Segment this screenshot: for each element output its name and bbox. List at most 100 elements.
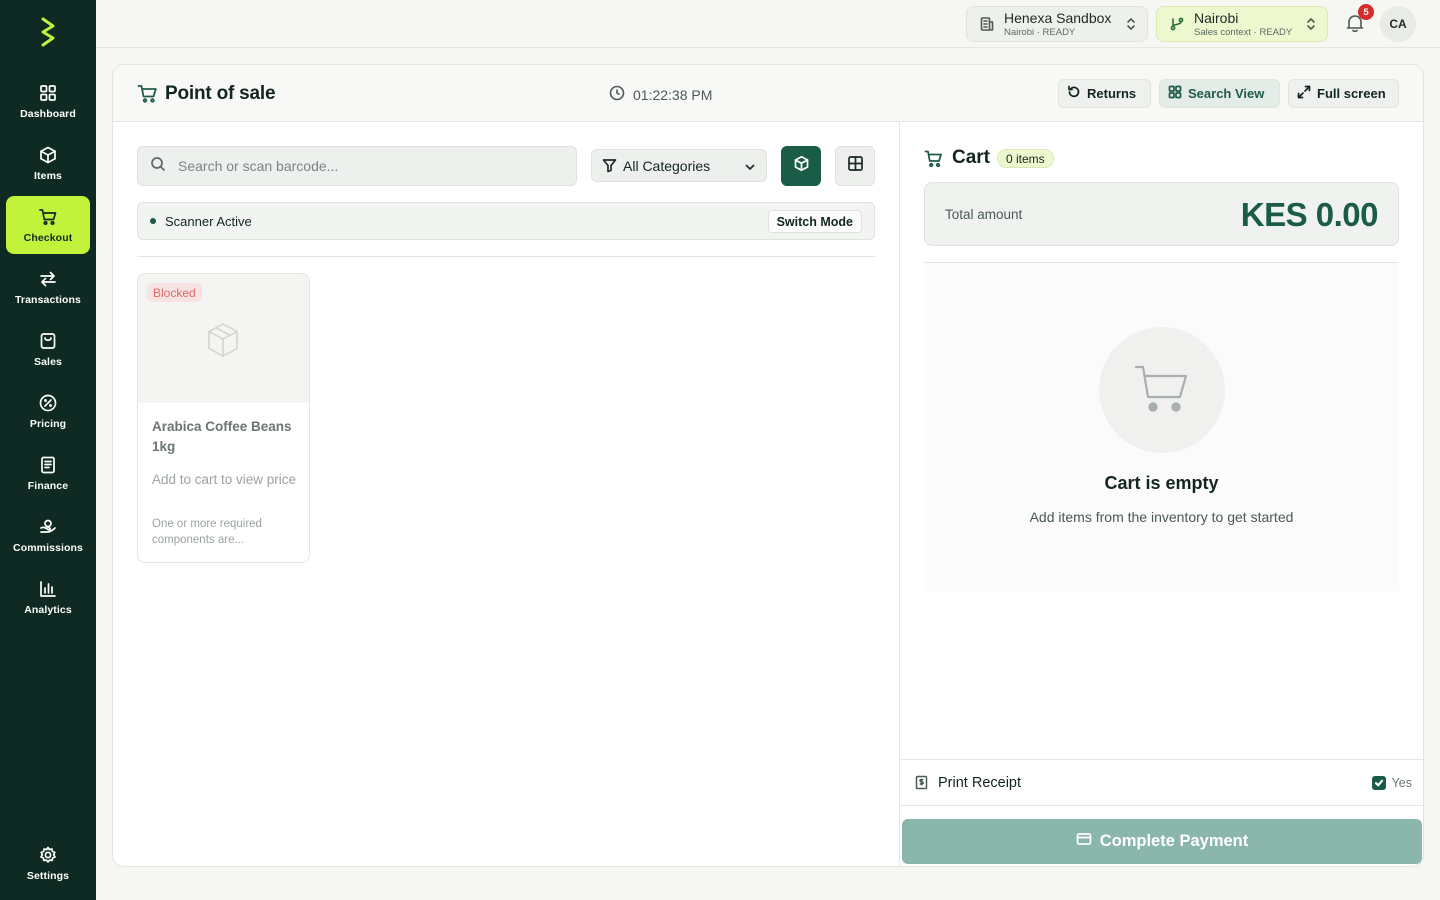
sidebar-item-label: Settings — [26, 869, 70, 882]
empty-cart-illustration — [1099, 327, 1225, 453]
bar-chart-icon — [38, 579, 58, 599]
chevron-down-icon — [744, 160, 756, 172]
building-icon — [979, 16, 995, 32]
box-icon — [793, 155, 810, 177]
total-label: Total amount — [945, 207, 1023, 222]
sidebar-item-label: Sales — [34, 355, 62, 368]
status-badge: Blocked — [147, 283, 202, 302]
category-selected: All Categories — [623, 157, 711, 174]
product-note: One or more required components are... — [152, 518, 262, 546]
cart-icon — [38, 207, 58, 227]
expand-icon — [1297, 85, 1317, 102]
sidebar-item-label: Pricing — [29, 417, 67, 430]
sidebar-item-sales[interactable]: Sales — [6, 320, 90, 378]
notification-badge: 5 — [1358, 4, 1374, 20]
grid-icon — [1168, 85, 1188, 102]
sidebar: Dashboard Items Checkout Transactions Sa… — [0, 0, 96, 900]
company-selector[interactable]: Henexa Sandbox Nairobi · READY — [966, 6, 1148, 42]
clock-icon — [609, 85, 633, 104]
sidebar-item-commissions[interactable]: Commissions — [6, 506, 90, 564]
git-branch-icon — [1169, 16, 1185, 32]
sidebar-item-label: Checkout — [23, 231, 73, 244]
dashboard-icon — [38, 83, 58, 103]
sidebar-item-dashboard[interactable]: Dashboard — [6, 72, 90, 130]
empty-state-subtitle: Add items from the inventory to get star… — [1029, 509, 1294, 525]
gear-icon — [38, 845, 58, 865]
sidebar-item-label: Commissions — [13, 541, 83, 554]
sidebar-item-pricing[interactable]: Pricing — [6, 382, 90, 440]
filter-icon — [602, 158, 617, 173]
sidebar-item-items[interactable]: Items — [6, 134, 90, 192]
switch-mode-button[interactable]: Switch Mode — [767, 210, 862, 233]
inventory-pane: All Categories Scanner Active Switch Mod… — [113, 122, 899, 866]
empty-state-title: Cart is empty — [1104, 473, 1219, 493]
sidebar-item-label: Transactions — [15, 293, 81, 306]
chevron-up-down-icon — [1125, 17, 1137, 31]
complete-payment-button[interactable]: Complete Payment — [902, 819, 1422, 864]
print-receipt-checkbox[interactable] — [1372, 776, 1386, 790]
clock: 01:22:38 PM — [609, 85, 712, 104]
search-input[interactable] — [178, 158, 558, 174]
complete-payment-label: Complete Payment — [1099, 832, 1249, 850]
branch-status: Sales context · READY — [1194, 26, 1293, 38]
full-screen-label: Full screen — [1317, 86, 1386, 101]
credit-card-icon — [1076, 831, 1100, 852]
total-summary: Total amount KES 0.00 — [924, 182, 1399, 246]
full-screen-button[interactable]: Full screen — [1288, 79, 1399, 108]
search-icon — [150, 156, 178, 177]
returns-label: Returns — [1087, 86, 1137, 101]
search-box — [137, 146, 577, 186]
page-title: Point of sale — [165, 83, 276, 104]
print-receipt-label: Print Receipt — [938, 774, 1022, 791]
sidebar-item-label: Analytics — [24, 603, 72, 616]
percent-icon — [38, 393, 58, 413]
branch-name: Nairobi — [1194, 9, 1239, 26]
cart-title: Cart — [952, 147, 991, 168]
category-select[interactable]: All Categories — [591, 149, 767, 182]
scanner-status-bar: Scanner Active Switch Mode — [137, 202, 875, 240]
document-icon — [38, 455, 58, 475]
sidebar-item-label: Items — [34, 169, 62, 182]
top-bar: Henexa Sandbox Nairobi · READY Nairobi S… — [96, 0, 1440, 48]
divider — [137, 256, 875, 257]
sidebar-item-analytics[interactable]: Analytics — [6, 568, 90, 626]
print-receipt-row: Print Receipt Yes — [900, 759, 1423, 806]
company-name: Henexa Sandbox — [1004, 9, 1112, 26]
chevron-up-down-icon — [1305, 17, 1317, 31]
rotate-ccw-icon — [1067, 85, 1087, 102]
cart-count-badge: 0 items — [997, 149, 1054, 168]
search-view-button[interactable]: Search View — [1159, 79, 1280, 108]
returns-button[interactable]: Returns — [1058, 79, 1151, 108]
search-view-label: Search View — [1188, 86, 1265, 101]
box-icon — [38, 145, 58, 165]
box-icon — [208, 323, 238, 357]
avatar[interactable]: CA — [1380, 6, 1416, 42]
total-value: KES 0.00 — [1240, 196, 1379, 233]
cart-icon — [924, 149, 944, 169]
cart-icon — [1134, 365, 1188, 412]
sidebar-item-settings[interactable]: Settings — [6, 834, 90, 892]
sidebar-item-label: Dashboard — [20, 107, 76, 120]
receipt-icon — [914, 775, 929, 790]
sidebar-item-transactions[interactable]: Transactions — [6, 258, 90, 316]
brand-logo-icon[interactable] — [34, 16, 62, 48]
sidebar-item-finance[interactable]: Finance — [6, 444, 90, 502]
scanner-status: Scanner Active — [165, 213, 252, 229]
cart-icon — [137, 84, 159, 104]
arrows-icon — [38, 269, 58, 289]
branch-selector[interactable]: Nairobi Sales context · READY — [1156, 6, 1328, 42]
sidebar-item-label: Finance — [27, 479, 69, 492]
item-view-button[interactable] — [781, 146, 821, 186]
bag-icon — [38, 331, 58, 351]
product-card[interactable]: Blocked Arabica Coffee Beans 1kg Add to … — [137, 273, 310, 563]
current-time: 01:22:38 PM — [633, 86, 713, 103]
sidebar-item-checkout[interactable]: Checkout — [6, 196, 90, 254]
pos-card: Point of sale 01:22:38 PM Returns Search… — [112, 64, 1424, 867]
company-status: Nairobi · READY — [1004, 26, 1076, 38]
cart-pane: Cart 0 items Total amount KES 0.00 Cart … — [899, 122, 1423, 866]
product-price: Add to cart to view price — [152, 472, 297, 487]
print-receipt-value: Yes — [1391, 776, 1412, 790]
grid-view-button[interactable] — [835, 146, 875, 186]
cart-empty-state: Cart is empty Add items from the invento… — [924, 263, 1399, 591]
status-dot — [150, 218, 156, 224]
